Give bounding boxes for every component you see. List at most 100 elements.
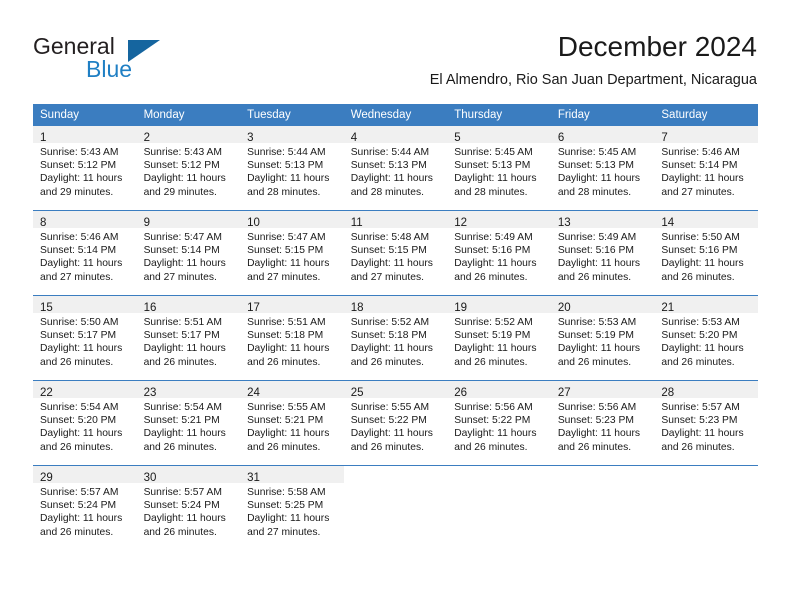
calendar-day-cell[interactable]: 5 Sunrise: 5:45 AM Sunset: 5:13 PM Daylight… (447, 126, 551, 211)
sunrise-time: Sunrise: 5:47 AM (247, 232, 326, 243)
day-detail-lines: Sunrise: 5:56 AM Sunset: 5:22 PM Daylight:… (447, 398, 551, 454)
calendar-page: General Blue December 2024 El Almendro, … (0, 0, 792, 612)
sunset-time: Sunset: 5:16 PM (454, 245, 531, 257)
day-cell-inner: 5 Sunrise: 5:45 AM Sunset: 5:13 PM Daylight… (447, 126, 551, 210)
calendar-day-cell[interactable]: 26 Sunrise: 5:56 AM Sunset: 5:22 PM Dayligh… (447, 380, 551, 466)
sunrise-sunset-calendar: Sunday Monday Tuesday Wednesday Thursday Frid… (33, 104, 758, 550)
calendar-day-cell[interactable]: 29 Sunrise: 5:57 AM Sunset: 5:24 PM Dayligh… (33, 465, 137, 550)
calendar-day-cell[interactable]: 9 Sunrise: 5:47 AM Sunset: 5:14 PM Daylight… (136, 210, 241, 296)
sunset-time: Sunset: 5:16 PM (557, 245, 634, 257)
daylight-duration-line1: Daylight: 11 hours (661, 173, 744, 185)
daylight-duration-line1: Daylight: 11 hours (350, 343, 433, 355)
title-block: December 2024 El Almendro, Rio San Juan … (430, 30, 757, 89)
sunrise-time: Sunrise: 5:47 AM (143, 232, 222, 243)
day-detail-lines: Sunrise: 5:55 AM Sunset: 5:22 PM Daylight:… (344, 398, 448, 454)
calendar-day-cell[interactable]: 21 Sunrise: 5:53 AM Sunset: 5:20 PM Dayligh… (654, 295, 758, 381)
calendar-day-cell[interactable]: 25 Sunrise: 5:55 AM Sunset: 5:22 PM Dayligh… (343, 380, 448, 466)
day-detail-lines: Sunrise: 5:53 AM Sunset: 5:20 PM Daylight:… (654, 313, 758, 369)
day-number-band: 5 (447, 126, 551, 144)
day-cell-inner: 21 Sunrise: 5:53 AM Sunset: 5:20 PM Dayligh… (654, 296, 758, 380)
daylight-duration-line2: and 26 minutes. (40, 441, 114, 453)
daylight-duration-line2: and 26 minutes. (454, 441, 528, 453)
sunset-time: Sunset: 5:19 PM (557, 330, 634, 342)
day-number-band: 3 (240, 126, 344, 144)
day-number-band: 14 (654, 211, 758, 229)
calendar-day-cell[interactable]: 23 Sunrise: 5:54 AM Sunset: 5:21 PM Dayligh… (136, 380, 241, 466)
calendar-day-cell[interactable]: 11 Sunrise: 5:48 AM Sunset: 5:15 PM Dayligh… (343, 210, 448, 296)
calendar-day-cell[interactable]: 10 Sunrise: 5:47 AM Sunset: 5:15 PM Dayligh… (240, 210, 344, 296)
sunset-time: Sunset: 5:15 PM (247, 245, 324, 257)
day-number-band: 16 (136, 296, 241, 314)
sunset-time: Sunset: 5:13 PM (247, 160, 324, 172)
calendar-day-cell[interactable]: 30 Sunrise: 5:57 AM Sunset: 5:24 PM Dayligh… (136, 465, 241, 550)
day-number: 15 (40, 302, 53, 314)
calendar-day-cell[interactable]: 27 Sunrise: 5:56 AM Sunset: 5:23 PM Dayligh… (550, 380, 655, 466)
day-cell-inner: 4 Sunrise: 5:44 AM Sunset: 5:13 PM Daylight… (343, 126, 448, 210)
calendar-body: 1 Sunrise: 5:43 AM Sunset: 5:12 PM Daylight… (33, 126, 758, 550)
weekday-header-sunday: Sunday (33, 104, 137, 126)
day-number-band: 6 (550, 126, 655, 144)
day-detail-lines (551, 483, 655, 486)
calendar-day-cell[interactable]: 6 Sunrise: 5:45 AM Sunset: 5:13 PM Daylight… (550, 126, 655, 211)
weekday-header-saturday: Saturday (654, 104, 758, 126)
day-detail-lines: Sunrise: 5:45 AM Sunset: 5:13 PM Daylight:… (551, 143, 655, 199)
calendar-day-cell[interactable]: 3 Sunrise: 5:44 AM Sunset: 5:13 PM Daylight… (240, 126, 344, 211)
day-cell-inner: 25 Sunrise: 5:55 AM Sunset: 5:22 PM Dayligh… (343, 381, 448, 465)
calendar-day-cell[interactable]: 15 Sunrise: 5:50 AM Sunset: 5:17 PM Dayligh… (33, 295, 137, 381)
day-detail-lines: Sunrise: 5:52 AM Sunset: 5:19 PM Daylight:… (447, 313, 551, 369)
calendar-day-cell[interactable]: 31 Sunrise: 5:58 AM Sunset: 5:25 PM Dayligh… (240, 465, 344, 550)
day-number: 20 (557, 302, 571, 314)
calendar-day-cell[interactable]: 2 Sunrise: 5:43 AM Sunset: 5:12 PM Daylight… (136, 126, 241, 211)
calendar-day-cell[interactable]: 17 Sunrise: 5:51 AM Sunset: 5:18 PM Dayligh… (240, 295, 344, 381)
sunset-time: Sunset: 5:25 PM (247, 500, 324, 512)
daylight-duration-line1: Daylight: 11 hours (247, 343, 330, 355)
day-detail-lines: Sunrise: 5:44 AM Sunset: 5:13 PM Daylight:… (240, 143, 344, 199)
sunset-time: Sunset: 5:21 PM (143, 415, 220, 427)
weekday-header-tuesday: Tuesday (240, 104, 344, 126)
sunrise-time: Sunrise: 5:51 AM (143, 317, 222, 328)
sunset-time: Sunset: 5:17 PM (40, 330, 117, 342)
day-detail-lines: Sunrise: 5:49 AM Sunset: 5:16 PM Daylight:… (551, 228, 655, 284)
calendar-day-cell[interactable]: 8 Sunrise: 5:46 AM Sunset: 5:14 PM Daylight… (33, 210, 137, 296)
sunset-time: Sunset: 5:12 PM (40, 160, 117, 172)
daylight-duration-line2: and 26 minutes. (454, 356, 528, 368)
daylight-duration-line2: and 27 minutes. (247, 526, 321, 538)
calendar-day-cell[interactable]: 13 Sunrise: 5:49 AM Sunset: 5:16 PM Dayligh… (550, 210, 655, 296)
daylight-duration-line1: Daylight: 11 hours (40, 513, 123, 525)
day-cell-inner: 14 Sunrise: 5:50 AM Sunset: 5:16 PM Dayligh… (654, 211, 758, 295)
sunset-time: Sunset: 5:21 PM (247, 415, 324, 427)
sunrise-time: Sunrise: 5:43 AM (143, 147, 222, 158)
calendar-day-cell[interactable]: 22 Sunrise: 5:54 AM Sunset: 5:20 PM Dayligh… (33, 380, 137, 466)
calendar-day-cell[interactable]: 12 Sunrise: 5:49 AM Sunset: 5:16 PM Dayligh… (447, 210, 551, 296)
day-number-band: 23 (136, 381, 241, 399)
calendar-day-cell[interactable]: 1 Sunrise: 5:43 AM Sunset: 5:12 PM Daylight… (33, 126, 137, 211)
calendar-day-cell[interactable]: 20 Sunrise: 5:53 AM Sunset: 5:19 PM Dayligh… (550, 295, 655, 381)
day-number: 9 (143, 217, 150, 229)
day-number-band: 1 (33, 126, 137, 144)
calendar-day-cell[interactable]: 24 Sunrise: 5:55 AM Sunset: 5:21 PM Dayligh… (240, 380, 344, 466)
day-detail-lines: Sunrise: 5:45 AM Sunset: 5:13 PM Daylight:… (447, 143, 551, 199)
sunset-time: Sunset: 5:18 PM (350, 330, 427, 342)
calendar-week-row: 8 Sunrise: 5:46 AM Sunset: 5:14 PM Daylight… (33, 210, 758, 296)
day-number: 31 (247, 472, 260, 484)
daylight-duration-line2: and 26 minutes. (661, 441, 735, 453)
day-cell-inner: 23 Sunrise: 5:54 AM Sunset: 5:21 PM Dayligh… (136, 381, 241, 465)
calendar-day-cell[interactable]: 18 Sunrise: 5:52 AM Sunset: 5:18 PM Dayligh… (343, 295, 448, 381)
day-detail-lines: Sunrise: 5:43 AM Sunset: 5:12 PM Daylight:… (137, 143, 241, 199)
day-number: 29 (40, 472, 53, 484)
calendar-day-cell[interactable]: 14 Sunrise: 5:50 AM Sunset: 5:16 PM Dayligh… (654, 210, 758, 296)
daylight-duration-line2: and 27 minutes. (350, 271, 424, 283)
calendar-day-cell[interactable]: 19 Sunrise: 5:52 AM Sunset: 5:19 PM Dayligh… (447, 295, 551, 381)
calendar-day-cell[interactable]: 4 Sunrise: 5:44 AM Sunset: 5:13 PM Daylight… (343, 126, 448, 211)
calendar-day-cell[interactable]: 16 Sunrise: 5:51 AM Sunset: 5:17 PM Dayligh… (136, 295, 241, 381)
day-number: 7 (661, 132, 668, 144)
day-number: 23 (143, 387, 157, 399)
day-cell-inner: 13 Sunrise: 5:49 AM Sunset: 5:16 PM Dayligh… (550, 211, 655, 295)
day-number-band: 15 (33, 296, 137, 314)
daylight-duration-line1: Daylight: 11 hours (143, 343, 226, 355)
day-number-band: 2 (136, 126, 241, 144)
calendar-day-cell[interactable]: 28 Sunrise: 5:57 AM Sunset: 5:23 PM Dayligh… (654, 380, 758, 466)
sunrise-time: Sunrise: 5:53 AM (557, 317, 637, 328)
calendar-day-cell[interactable]: 7 Sunrise: 5:46 AM Sunset: 5:14 PM Daylight… (654, 126, 758, 211)
calendar-week-row: 1 Sunrise: 5:43 AM Sunset: 5:12 PM Daylight… (33, 126, 758, 211)
